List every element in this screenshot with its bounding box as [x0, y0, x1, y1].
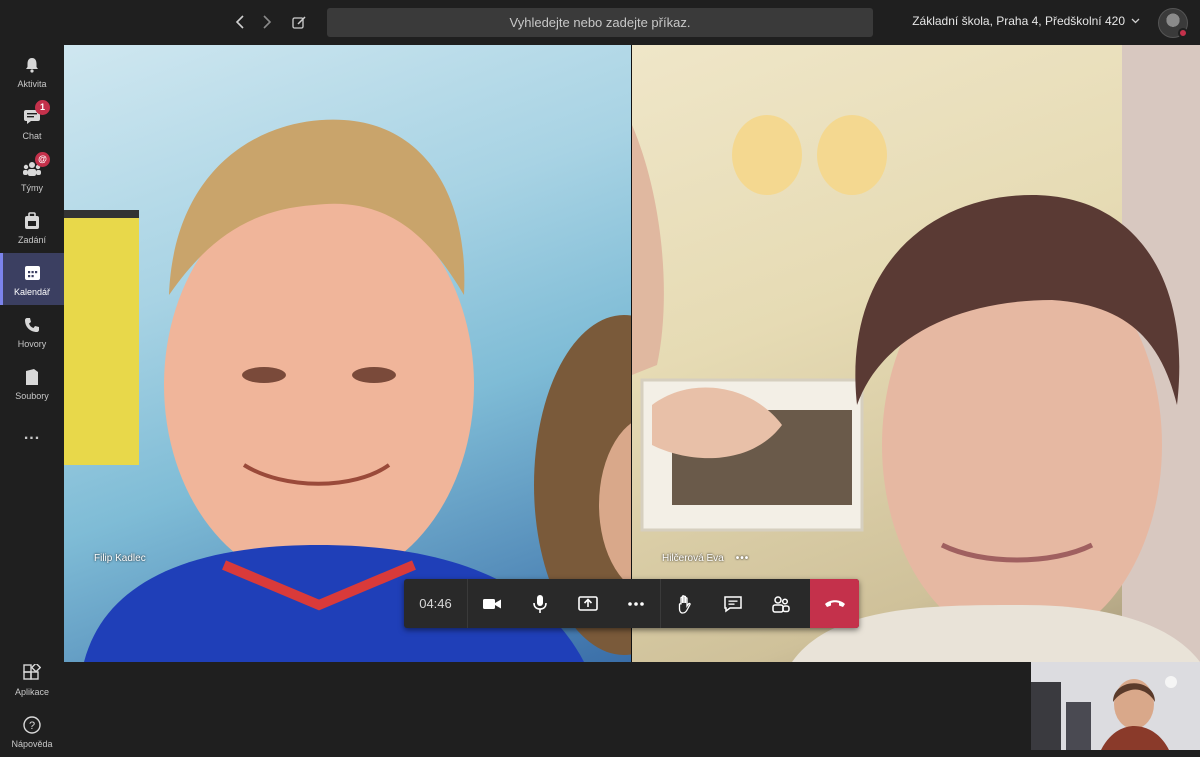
- rail-label: Soubory: [15, 390, 49, 401]
- more-actions-button[interactable]: [612, 579, 660, 628]
- participant-video-tile[interactable]: Filip Kadlec: [64, 45, 631, 662]
- back-button[interactable]: [230, 12, 250, 32]
- org-name: Základní škola, Praha 4, Předškolní 420: [912, 14, 1125, 28]
- rail-item-calendar[interactable]: Kalendář: [0, 253, 64, 305]
- show-conversation-button[interactable]: [709, 579, 757, 628]
- hang-up-icon: [824, 599, 845, 607]
- rail-label: Aplikace: [14, 686, 50, 697]
- more-icon: ...: [23, 426, 41, 443]
- rail-label: Kalendář: [13, 286, 51, 297]
- participant-video-feed: [64, 119, 631, 662]
- call-timer: 04:46: [404, 579, 468, 628]
- participants-icon: [772, 595, 790, 613]
- self-view-video[interactable]: [1031, 662, 1200, 750]
- compose-button[interactable]: [289, 12, 309, 32]
- file-icon: [21, 366, 43, 388]
- show-participants-button[interactable]: [757, 579, 805, 628]
- rail-label: Chat: [22, 130, 42, 141]
- chat-icon: 1: [21, 99, 50, 128]
- microphone-icon: [533, 594, 547, 613]
- rail-label: Aktivita: [17, 78, 47, 89]
- rail-item-files[interactable]: Soubory: [0, 357, 64, 409]
- forward-button[interactable]: [257, 12, 277, 32]
- rail-label: Zadání: [17, 234, 47, 245]
- raise-hand-icon: [678, 594, 691, 614]
- teams-badge: @: [35, 151, 50, 167]
- presence-dot-icon: [1178, 28, 1188, 38]
- search-input[interactable]: Vyhledejte nebo zadejte příkaz.: [327, 8, 873, 37]
- raise-hand-button[interactable]: [661, 579, 709, 628]
- rail-item-apps[interactable]: Aplikace: [0, 653, 64, 705]
- share-screen-icon: [578, 595, 598, 611]
- participant-name: Filip Kadlec: [94, 553, 146, 564]
- phone-icon: [21, 314, 43, 336]
- rail-label: Týmy: [21, 182, 43, 193]
- search-placeholder: Vyhledejte nebo zadejte příkaz.: [509, 15, 691, 30]
- teams-icon: @: [21, 151, 50, 180]
- chat-badge: 1: [35, 99, 50, 115]
- participant-name-tag: Filip Kadlec: [94, 553, 146, 564]
- app-rail: Aktivita 1 Chat @ Týmy Zadání Kalendář H…: [0, 45, 64, 750]
- participant-name-tag: Hilčerová Eva •••: [662, 553, 749, 564]
- chevron-down-icon: [1131, 18, 1140, 24]
- avatar[interactable]: [1158, 8, 1188, 38]
- chevron-right-icon: [263, 15, 272, 29]
- participant-video-tile[interactable]: Hilčerová Eva •••: [632, 45, 1200, 662]
- top-bar: Vyhledejte nebo zadejte příkaz. Základní…: [0, 0, 1200, 45]
- rail-label: Nápověda: [11, 738, 53, 749]
- org-switcher[interactable]: Základní škola, Praha 4, Předškolní 420: [912, 14, 1140, 28]
- participant-name: Hilčerová Eva: [662, 553, 724, 564]
- svg-text:?: ?: [29, 720, 35, 732]
- rail-item-teams[interactable]: @ Týmy: [0, 149, 64, 201]
- rail-label: Hovory: [17, 338, 47, 349]
- camera-toggle-button[interactable]: [468, 579, 516, 628]
- bell-icon: [21, 54, 43, 76]
- compose-icon: [291, 15, 306, 29]
- help-icon: ?: [21, 714, 43, 736]
- rail-item-more[interactable]: ...: [0, 409, 64, 461]
- video-camera-icon: [483, 598, 501, 609]
- rail-item-calls[interactable]: Hovory: [0, 305, 64, 357]
- microphone-toggle-button[interactable]: [516, 579, 564, 628]
- rail-item-assignments[interactable]: Zadání: [0, 201, 64, 253]
- call-controls-bar: 04:46: [404, 579, 859, 628]
- participant-more-button[interactable]: •••: [736, 553, 750, 564]
- participant-video-feed: [632, 45, 1200, 662]
- more-icon: [628, 601, 644, 606]
- chevron-left-icon: [235, 15, 244, 29]
- rail-item-chat[interactable]: 1 Chat: [0, 97, 64, 149]
- assignment-icon: [21, 210, 43, 232]
- rail-item-help[interactable]: ? Nápověda: [0, 705, 64, 757]
- self-view-feed: [1031, 662, 1200, 750]
- apps-icon: [21, 662, 43, 684]
- rail-item-activity[interactable]: Aktivita: [0, 45, 64, 97]
- chat-icon: [724, 595, 742, 612]
- video-stage: Filip Kadlec Hilčerová Eva •••: [64, 45, 1200, 662]
- share-screen-button[interactable]: [564, 579, 612, 628]
- calendar-icon: [21, 262, 43, 284]
- hang-up-button[interactable]: [810, 579, 859, 628]
